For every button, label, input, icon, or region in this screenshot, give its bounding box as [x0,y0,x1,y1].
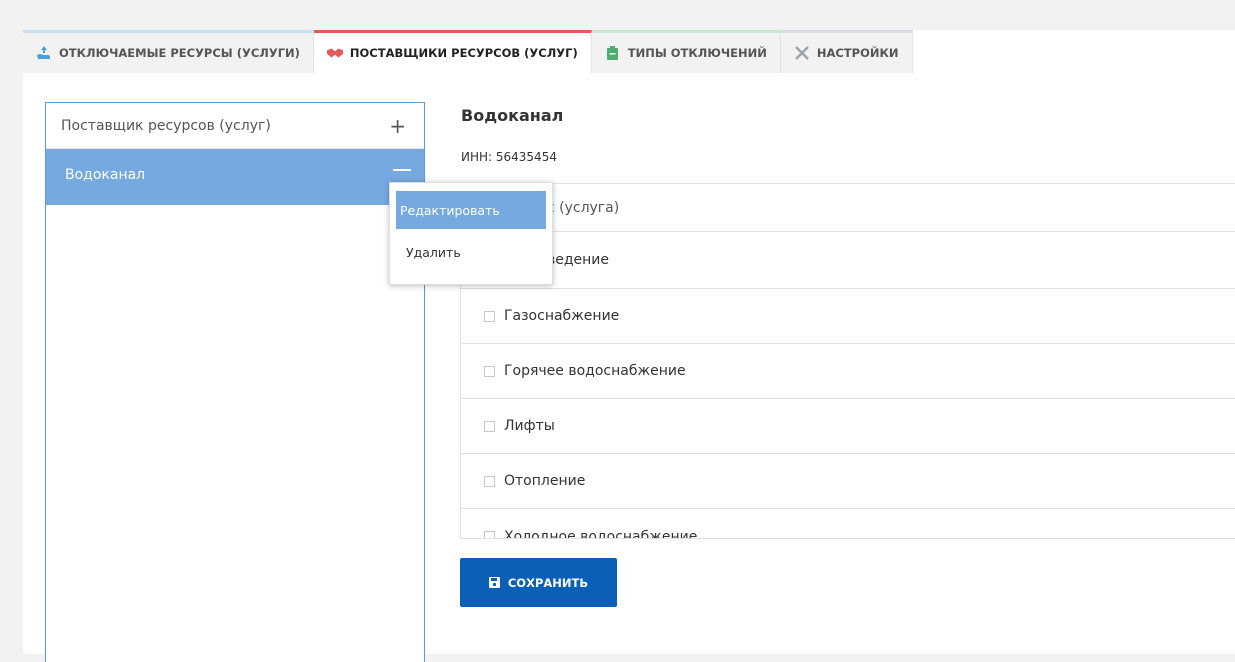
checkbox[interactable] [484,420,495,432]
tab-settings[interactable]: НАСТРОЙКИ [780,30,913,73]
checkbox[interactable] [484,310,495,322]
add-provider-button[interactable]: + [389,116,406,136]
resource-item[interactable]: Лифты [461,399,1235,454]
tab-bar: ОТКЛЮЧАЕМЫЕ РЕСУРСЫ (УСЛУГИ) ПОСТАВЩИКИ … [23,30,913,73]
tab-label: ПОСТАВЩИКИ РЕСУРСОВ (УСЛУГ) [349,46,578,60]
main-panel: ОТКЛЮЧАЕМЫЕ РЕСУРСЫ (УСЛУГИ) ПОСТАВЩИКИ … [23,30,1235,662]
checkbox[interactable] [484,365,495,377]
resource-label: ведение [547,252,610,268]
resource-item[interactable]: Газоснабжение [461,289,1235,344]
provider-list-panel: Поставщик ресурсов (услуг) + Водоканал [45,102,425,662]
provider-inn: ИНН: 56435454 [461,150,557,164]
save-button[interactable]: СОХРАНИТЬ [460,558,617,607]
resource-item[interactable]: ведение [461,232,1235,289]
resource-item[interactable]: Отопление [461,454,1235,509]
floppy-icon [488,577,500,588]
tab-label: ТИПЫ ОТКЛЮЧЕНИЙ [627,46,767,60]
resource-item[interactable]: Холодное водоснабжение [461,509,1235,539]
resource-label: Отопление [504,473,586,489]
tab-outage-types[interactable]: ТИПЫ ОТКЛЮЧЕНИЙ [591,30,781,73]
provider-list-title: Поставщик ресурсов (услуг) [61,117,271,134]
tab-providers[interactable]: ПОСТАВЩИКИ РЕСУРСОВ (УСЛУГ) [313,30,592,73]
resource-icon [36,45,52,61]
provider-list-header: Поставщик ресурсов (услуг) + [46,103,424,149]
checkbox[interactable] [484,475,495,487]
resource-list-header: ый ресурс (услуга) [461,184,1235,232]
provider-title: Водоканал [461,106,564,125]
handshake-icon [326,45,343,61]
resource-label: Газоснабжение [504,308,620,324]
edit-menu-item[interactable]: Редактировать [396,191,546,229]
resource-label: Лифты [504,418,555,434]
menu-icon[interactable] [393,169,411,171]
provider-context-menu: Редактировать Удалить [389,182,553,285]
resource-list[interactable]: ый ресурс (услуга) ведение Газоснабжение… [460,183,1235,539]
tab-label: НАСТРОЙКИ [816,46,899,60]
provider-item-vodokanal[interactable]: Водоканал [46,149,424,205]
provider-item-label: Водоканал [65,167,146,183]
clipboard-icon [605,45,621,61]
save-label: СОХРАНИТЬ [507,575,589,590]
resource-label: Горячее водоснабжение [504,363,686,379]
tools-icon [794,45,810,61]
tab-label: ОТКЛЮЧАЕМЫЕ РЕСУРСЫ (УСЛУГИ) [59,46,300,60]
delete-menu-item[interactable]: Удалить [390,241,552,263]
resource-item[interactable]: Горячее водоснабжение [461,344,1235,399]
tab-resources[interactable]: ОТКЛЮЧАЕМЫЕ РЕСУРСЫ (УСЛУГИ) [23,30,314,73]
resource-label: Холодное водоснабжение [504,528,698,539]
checkbox[interactable] [484,531,495,538]
